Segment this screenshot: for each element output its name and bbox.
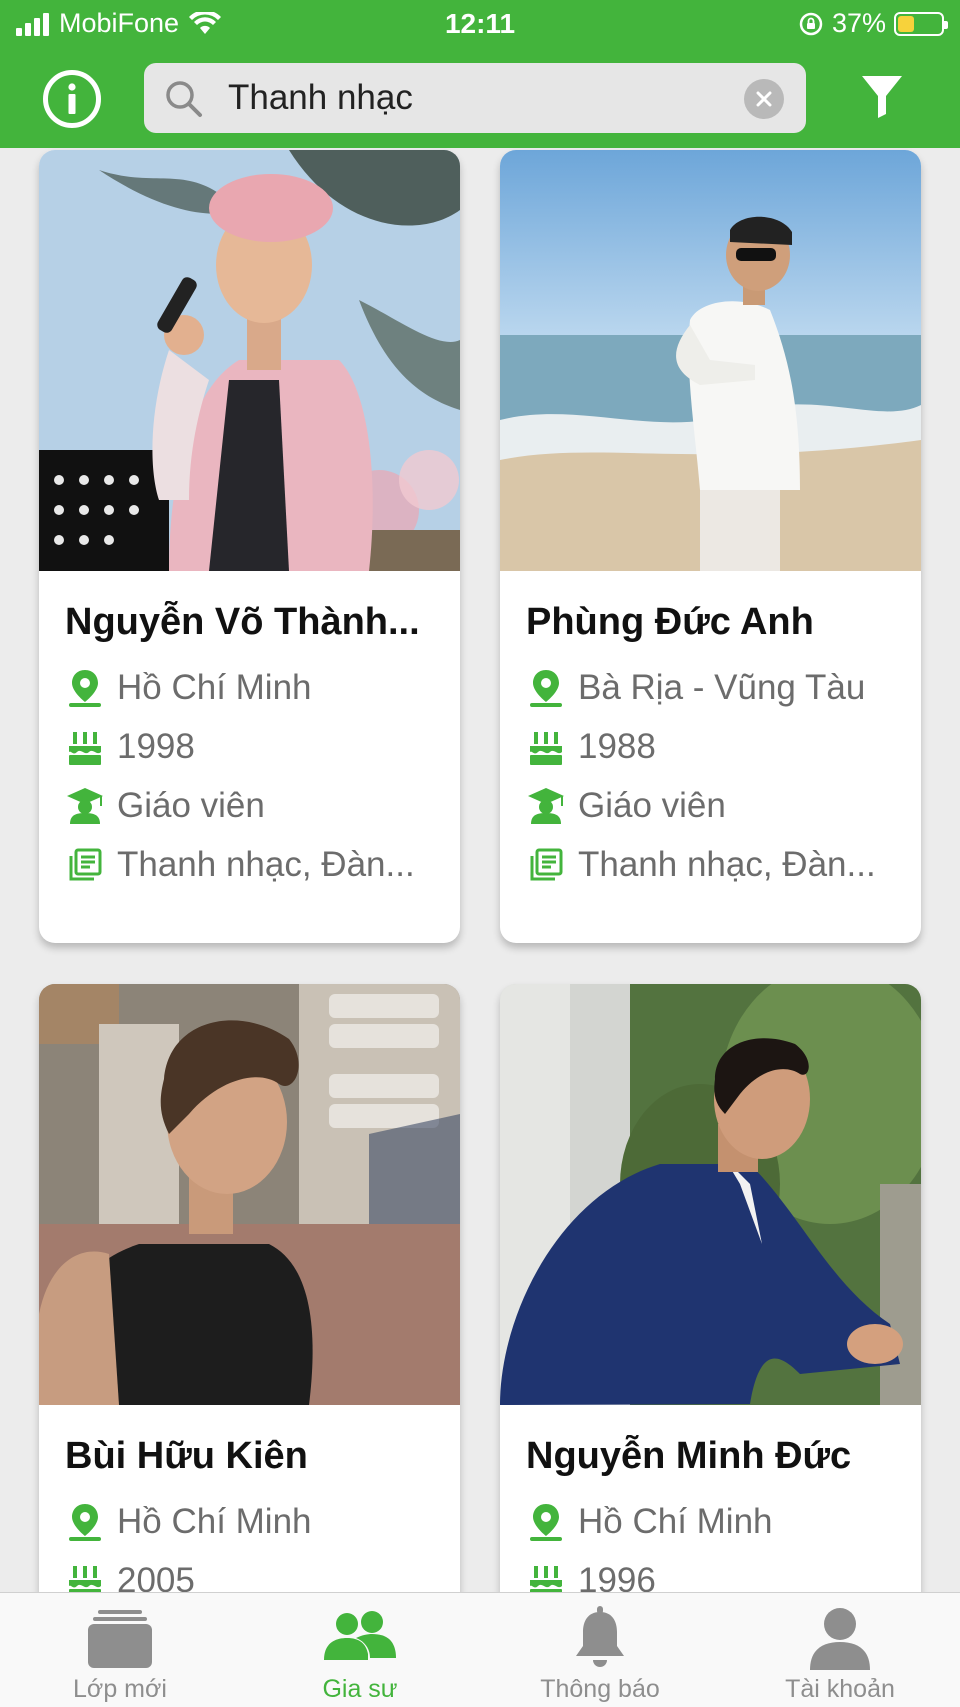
nav-tutors[interactable]: Gia sư [240,1593,480,1707]
user-icon [720,1603,960,1673]
birth-year-text: 2005 [117,1561,195,1592]
location-text: Bà Rịa - Vũng Tàu [578,668,866,707]
birthday-cake-icon [65,727,105,767]
location-pin-icon [65,1502,105,1542]
birthday-cake-icon [65,1561,105,1592]
location-pin-icon [65,668,105,708]
top-bar [0,50,960,148]
birthday-cake-icon [526,727,566,767]
nav-label: Thông báo [540,1675,660,1703]
location-pin-icon [526,668,566,708]
birth-year-row: 1998 [65,724,440,770]
location-text: Hồ Chí Minh [117,1502,312,1541]
status-bar: MobiFone 12:11 37% [0,0,960,50]
subjects-row: Thanh nhạc, Đàn... [65,842,440,888]
nav-account[interactable]: Tài khoản [720,1593,960,1707]
birth-year-row: 2005 [65,1558,440,1592]
birth-year-row: 1996 [526,1558,901,1592]
info-button[interactable] [43,70,101,128]
subjects-book-icon [526,845,566,885]
tutor-photo [500,984,921,1405]
tutor-photo [39,150,460,571]
nav-label: Gia sư [322,1675,398,1703]
rotation-lock-icon [799,12,823,35]
search-bar [144,63,806,133]
location-row: Hồ Chí Minh [65,665,440,711]
role-text: Giáo viên [578,786,726,825]
location-row: Bà Rịa - Vũng Tàu [526,665,901,711]
bell-icon [480,1603,720,1673]
location-pin-icon [526,1502,566,1542]
filter-icon[interactable] [860,74,904,120]
info-icon [68,83,76,114]
role-text: Giáo viên [117,786,265,825]
stack-icon [0,1603,240,1673]
clear-search-button[interactable] [744,79,784,119]
tutor-card[interactable]: Phùng Đức Anh Bà Rịa - Vũng Tàu 1988 Giá… [500,150,921,943]
search-input[interactable] [228,71,708,125]
birth-year-text: 1996 [578,1561,656,1592]
tutor-name: Phùng Đức Anh [526,601,814,643]
bottom-navigation: Lớp mới Gia sư Thông báo Tài khoản [0,1592,960,1707]
location-row: Hồ Chí Minh [65,1499,440,1545]
tutor-name: Nguyễn Minh Đức [526,1435,852,1477]
birthday-cake-icon [526,1561,566,1592]
people-icon [240,1603,480,1673]
battery-level [898,15,914,32]
battery-percent: 37% [831,8,886,38]
nav-label: Lớp mới [73,1675,167,1703]
birth-year-text: 1988 [578,727,656,766]
subjects-book-icon [65,845,105,885]
tutor-card[interactable]: Nguyễn Minh Đức Hồ Chí Minh 1996 [500,984,921,1592]
search-icon [166,81,202,117]
graduation-cap-icon [526,786,566,826]
status-right: 37% [798,8,948,39]
tutor-card[interactable]: Nguyễn Võ Thành... Hồ Chí Minh 1998 Giáo… [39,150,460,943]
tutor-name: Bùi Hữu Kiên [65,1435,308,1477]
location-text: Hồ Chí Minh [117,668,312,707]
birth-year-text: 1998 [117,727,195,766]
tutor-name: Nguyễn Võ Thành... [65,601,420,643]
subjects-row: Thanh nhạc, Đàn... [526,842,901,888]
birth-year-row: 1988 [526,724,901,770]
tutor-photo [39,984,460,1405]
tutor-grid: Nguyễn Võ Thành... Hồ Chí Minh 1998 Giáo… [0,148,960,1592]
role-row: Giáo viên [526,783,901,829]
tutor-photo [500,150,921,571]
nav-new-classes[interactable]: Lớp mới [0,1593,240,1707]
close-icon [756,91,772,107]
location-row: Hồ Chí Minh [526,1499,901,1545]
tutor-card[interactable]: Bùi Hữu Kiên Hồ Chí Minh 2005 [39,984,460,1592]
graduation-cap-icon [65,786,105,826]
location-text: Hồ Chí Minh [578,1502,773,1541]
nav-notifications[interactable]: Thông báo [480,1593,720,1707]
role-row: Giáo viên [65,783,440,829]
subjects-text: Thanh nhạc, Đàn... [578,845,876,884]
subjects-text: Thanh nhạc, Đàn... [117,845,415,884]
nav-label: Tài khoản [785,1675,895,1703]
battery-icon [894,11,948,36]
